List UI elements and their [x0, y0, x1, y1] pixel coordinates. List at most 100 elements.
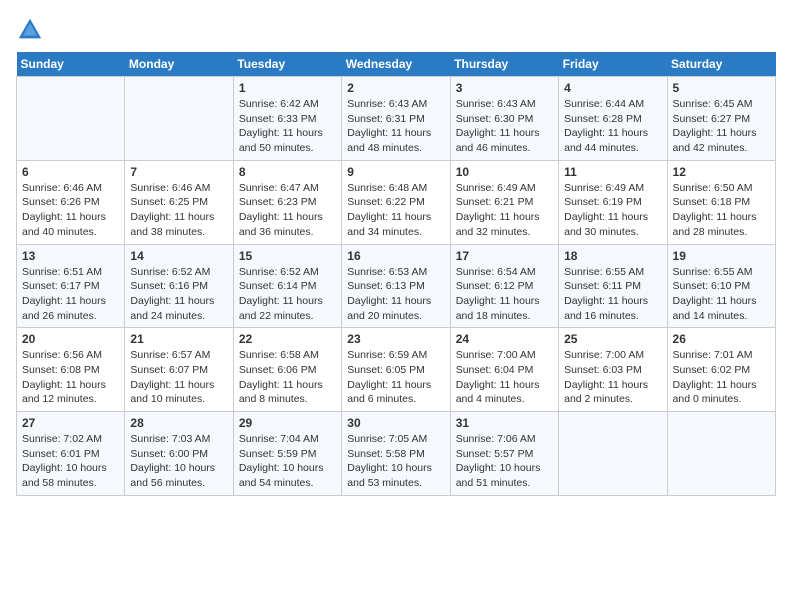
cell-content: Sunrise: 6:52 AM Sunset: 6:14 PM Dayligh…	[239, 265, 336, 324]
calendar-week-row: 6 Sunrise: 6:46 AM Sunset: 6:26 PM Daylig…	[17, 160, 776, 244]
logo	[16, 16, 48, 44]
cell-content: Sunrise: 6:58 AM Sunset: 6:06 PM Dayligh…	[239, 348, 336, 407]
calendar-cell: 16 Sunrise: 6:53 AM Sunset: 6:13 PM Dayli…	[342, 244, 450, 328]
calendar-cell: 19Sunrise: 6:55 AM Sunset: 6:10 PM Dayli…	[667, 244, 775, 328]
day-number: 13	[22, 249, 119, 263]
cell-content: Sunrise: 7:05 AM Sunset: 5:58 PM Dayligh…	[347, 432, 444, 491]
calendar-cell: 23 Sunrise: 6:59 AM Sunset: 6:05 PM Dayli…	[342, 328, 450, 412]
day-number: 17	[456, 249, 553, 263]
calendar-header-row: SundayMondayTuesdayWednesdayThursdayFrid…	[17, 52, 776, 77]
calendar-cell: 28 Sunrise: 7:03 AM Sunset: 6:00 PM Dayli…	[125, 412, 233, 496]
day-of-week-header: Wednesday	[342, 52, 450, 77]
calendar-cell: 1 Sunrise: 6:42 AM Sunset: 6:33 PM Daylig…	[233, 77, 341, 161]
calendar-cell	[125, 77, 233, 161]
calendar-cell: 5 Sunrise: 6:45 AM Sunset: 6:27 PM Daylig…	[667, 77, 775, 161]
calendar-cell: 14 Sunrise: 6:52 AM Sunset: 6:16 PM Dayli…	[125, 244, 233, 328]
day-number: 26	[673, 332, 770, 346]
calendar-cell: 13 Sunrise: 6:51 AM Sunset: 6:17 PM Dayli…	[17, 244, 125, 328]
cell-content: Sunrise: 7:00 AM Sunset: 6:03 PM Dayligh…	[564, 348, 661, 407]
cell-content: Sunrise: 6:46 AM Sunset: 6:26 PM Dayligh…	[22, 181, 119, 240]
cell-content: Sunrise: 7:06 AM Sunset: 5:57 PM Dayligh…	[456, 432, 553, 491]
day-number: 28	[130, 416, 227, 430]
day-of-week-header: Thursday	[450, 52, 558, 77]
calendar-cell: 29 Sunrise: 7:04 AM Sunset: 5:59 PM Dayli…	[233, 412, 341, 496]
day-number: 10	[456, 165, 553, 179]
calendar-cell: 24Sunrise: 7:00 AM Sunset: 6:04 PM Dayli…	[450, 328, 558, 412]
day-of-week-header: Tuesday	[233, 52, 341, 77]
calendar-cell: 2Sunrise: 6:43 AM Sunset: 6:31 PM Daylig…	[342, 77, 450, 161]
calendar-cell: 26 Sunrise: 7:01 AM Sunset: 6:02 PM Dayli…	[667, 328, 775, 412]
page-header	[16, 16, 776, 44]
day-number: 6	[22, 165, 119, 179]
cell-content: Sunrise: 6:49 AM Sunset: 6:21 PM Dayligh…	[456, 181, 553, 240]
cell-content: Sunrise: 6:53 AM Sunset: 6:13 PM Dayligh…	[347, 265, 444, 324]
day-of-week-header: Monday	[125, 52, 233, 77]
calendar-table: SundayMondayTuesdayWednesdayThursdayFrid…	[16, 52, 776, 496]
calendar-cell: 6 Sunrise: 6:46 AM Sunset: 6:26 PM Daylig…	[17, 160, 125, 244]
day-number: 23	[347, 332, 444, 346]
cell-content: Sunrise: 6:59 AM Sunset: 6:05 PM Dayligh…	[347, 348, 444, 407]
calendar-cell: 20Sunrise: 6:56 AM Sunset: 6:08 PM Dayli…	[17, 328, 125, 412]
calendar-cell: 4 Sunrise: 6:44 AM Sunset: 6:28 PM Daylig…	[559, 77, 667, 161]
cell-content: Sunrise: 6:42 AM Sunset: 6:33 PM Dayligh…	[239, 97, 336, 156]
day-number: 29	[239, 416, 336, 430]
day-number: 25	[564, 332, 661, 346]
calendar-week-row: 1 Sunrise: 6:42 AM Sunset: 6:33 PM Daylig…	[17, 77, 776, 161]
cell-content: Sunrise: 7:01 AM Sunset: 6:02 PM Dayligh…	[673, 348, 770, 407]
cell-content: Sunrise: 6:47 AM Sunset: 6:23 PM Dayligh…	[239, 181, 336, 240]
calendar-cell: 8 Sunrise: 6:47 AM Sunset: 6:23 PM Daylig…	[233, 160, 341, 244]
calendar-cell: 18Sunrise: 6:55 AM Sunset: 6:11 PM Dayli…	[559, 244, 667, 328]
cell-content: Sunrise: 6:54 AM Sunset: 6:12 PM Dayligh…	[456, 265, 553, 324]
day-number: 1	[239, 81, 336, 95]
cell-content: Sunrise: 6:55 AM Sunset: 6:11 PM Dayligh…	[564, 265, 661, 324]
day-number: 2	[347, 81, 444, 95]
day-number: 12	[673, 165, 770, 179]
cell-content: Sunrise: 6:43 AM Sunset: 6:30 PM Dayligh…	[456, 97, 553, 156]
cell-content: Sunrise: 7:02 AM Sunset: 6:01 PM Dayligh…	[22, 432, 119, 491]
cell-content: Sunrise: 6:52 AM Sunset: 6:16 PM Dayligh…	[130, 265, 227, 324]
calendar-week-row: 13 Sunrise: 6:51 AM Sunset: 6:17 PM Dayli…	[17, 244, 776, 328]
day-number: 20	[22, 332, 119, 346]
calendar-cell	[559, 412, 667, 496]
day-number: 9	[347, 165, 444, 179]
day-of-week-header: Sunday	[17, 52, 125, 77]
cell-content: Sunrise: 7:03 AM Sunset: 6:00 PM Dayligh…	[130, 432, 227, 491]
day-number: 7	[130, 165, 227, 179]
calendar-cell: 3 Sunrise: 6:43 AM Sunset: 6:30 PM Daylig…	[450, 77, 558, 161]
day-number: 4	[564, 81, 661, 95]
day-of-week-header: Saturday	[667, 52, 775, 77]
calendar-cell: 7 Sunrise: 6:46 AM Sunset: 6:25 PM Daylig…	[125, 160, 233, 244]
cell-content: Sunrise: 6:49 AM Sunset: 6:19 PM Dayligh…	[564, 181, 661, 240]
cell-content: Sunrise: 6:57 AM Sunset: 6:07 PM Dayligh…	[130, 348, 227, 407]
calendar-cell: 12Sunrise: 6:50 AM Sunset: 6:18 PM Dayli…	[667, 160, 775, 244]
day-of-week-header: Friday	[559, 52, 667, 77]
cell-content: Sunrise: 6:51 AM Sunset: 6:17 PM Dayligh…	[22, 265, 119, 324]
day-number: 5	[673, 81, 770, 95]
calendar-week-row: 20Sunrise: 6:56 AM Sunset: 6:08 PM Dayli…	[17, 328, 776, 412]
calendar-cell: 25 Sunrise: 7:00 AM Sunset: 6:03 PM Dayli…	[559, 328, 667, 412]
calendar-cell: 11Sunrise: 6:49 AM Sunset: 6:19 PM Dayli…	[559, 160, 667, 244]
day-number: 8	[239, 165, 336, 179]
calendar-week-row: 27 Sunrise: 7:02 AM Sunset: 6:01 PM Dayli…	[17, 412, 776, 496]
day-number: 27	[22, 416, 119, 430]
calendar-cell: 22 Sunrise: 6:58 AM Sunset: 6:06 PM Dayli…	[233, 328, 341, 412]
cell-content: Sunrise: 7:04 AM Sunset: 5:59 PM Dayligh…	[239, 432, 336, 491]
day-number: 21	[130, 332, 227, 346]
day-number: 3	[456, 81, 553, 95]
cell-content: Sunrise: 6:55 AM Sunset: 6:10 PM Dayligh…	[673, 265, 770, 324]
day-number: 14	[130, 249, 227, 263]
calendar-cell: 17 Sunrise: 6:54 AM Sunset: 6:12 PM Dayli…	[450, 244, 558, 328]
cell-content: Sunrise: 6:44 AM Sunset: 6:28 PM Dayligh…	[564, 97, 661, 156]
cell-content: Sunrise: 6:48 AM Sunset: 6:22 PM Dayligh…	[347, 181, 444, 240]
day-number: 22	[239, 332, 336, 346]
day-number: 16	[347, 249, 444, 263]
day-number: 30	[347, 416, 444, 430]
calendar-cell	[667, 412, 775, 496]
calendar-cell	[17, 77, 125, 161]
cell-content: Sunrise: 7:00 AM Sunset: 6:04 PM Dayligh…	[456, 348, 553, 407]
calendar-cell: 15Sunrise: 6:52 AM Sunset: 6:14 PM Dayli…	[233, 244, 341, 328]
calendar-cell: 21 Sunrise: 6:57 AM Sunset: 6:07 PM Dayli…	[125, 328, 233, 412]
cell-content: Sunrise: 6:46 AM Sunset: 6:25 PM Dayligh…	[130, 181, 227, 240]
cell-content: Sunrise: 6:45 AM Sunset: 6:27 PM Dayligh…	[673, 97, 770, 156]
day-number: 31	[456, 416, 553, 430]
